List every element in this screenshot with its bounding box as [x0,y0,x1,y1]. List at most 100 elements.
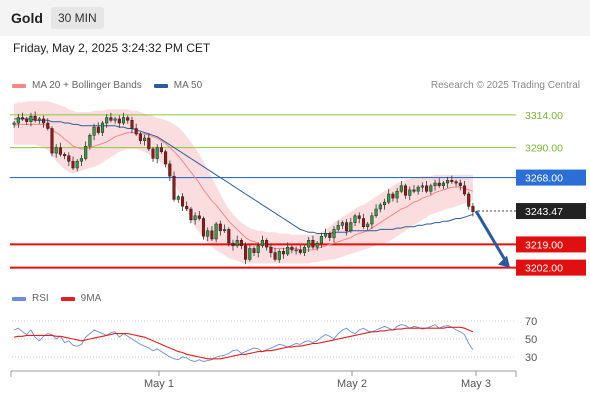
candle [399,185,403,192]
candle [159,147,163,152]
candle [471,205,475,212]
candle [201,218,206,237]
candle [467,193,471,207]
candle [408,189,412,196]
candle [462,185,467,195]
candle [458,182,462,186]
level-label: 3314.00 [525,110,563,122]
candle [164,151,168,165]
candle [294,249,298,252]
candle [46,122,50,129]
candle [302,246,307,253]
candle [223,229,227,232]
candle [277,251,281,260]
level-label: 3219.00 [525,239,563,251]
candle [206,230,210,237]
candle [286,246,290,255]
candle [147,137,151,150]
candle [311,240,315,248]
candle [336,225,340,230]
candle [227,229,231,244]
candle [92,126,96,136]
candle [29,115,33,122]
candle [349,222,353,232]
candle [260,240,264,247]
candle [450,180,454,182]
candle [100,122,105,133]
candle [353,215,357,223]
candle [437,182,441,186]
candle [370,215,374,225]
candle [307,240,311,248]
candle [378,204,382,210]
candle [138,133,142,141]
chart-canvas: 3314.00 3290.00 3268.00 3243.47 3219.00 3202.… [10,101,586,390]
rsi-tick-label: 50 [525,334,537,346]
candle [290,246,294,251]
candle [180,196,185,207]
candle [117,118,121,124]
candle [273,252,277,260]
candle [63,154,67,157]
level-label: 3268.00 [525,173,563,185]
candle [454,181,458,184]
rsi-9ma-line [13,326,474,360]
candle [252,248,256,253]
candle [319,236,323,244]
candle [126,117,130,121]
candle [130,120,134,129]
candle [387,193,391,203]
x-tick-label: May 2 [337,378,367,390]
level-label: 3243.47 [525,206,563,218]
candle [71,160,75,169]
level-label: 3202.00 [525,263,563,275]
candle [84,145,88,159]
candle [403,185,408,196]
rsi-tick-label: 70 [525,316,537,328]
candle [248,248,252,260]
candle [425,185,429,192]
candle [79,158,83,162]
candle [340,222,344,226]
candle [231,242,235,247]
candle [12,122,16,125]
candle [134,128,138,135]
candle [441,182,445,186]
x-tick-label: May 1 [144,378,174,390]
candle [172,175,176,200]
candle [58,147,62,155]
candle [37,118,41,121]
rsi-tick-label: 30 [525,352,537,364]
candle [416,186,420,192]
candle [109,117,113,121]
candle [412,189,416,192]
projection-arrow-shaft [474,210,508,263]
candle [88,135,92,147]
candle [151,148,155,159]
level-label: 3290.00 [525,143,563,155]
candle [446,180,450,184]
candle [210,230,214,240]
candle [269,246,273,253]
candle [75,160,79,169]
candle [382,201,387,206]
candle [50,128,54,154]
candle [54,147,58,154]
candle [298,249,302,253]
candle [185,205,189,210]
candle [96,126,100,133]
candle [197,215,201,219]
candle [239,240,243,247]
candle [20,117,25,120]
candle [420,185,424,188]
candle [189,208,193,221]
candle [345,222,349,232]
candle [143,137,147,141]
candle [265,240,269,248]
candle [361,218,366,227]
candle [256,245,260,253]
candle [281,251,286,255]
candle [324,233,328,237]
candle [374,208,378,217]
candle [391,193,395,199]
